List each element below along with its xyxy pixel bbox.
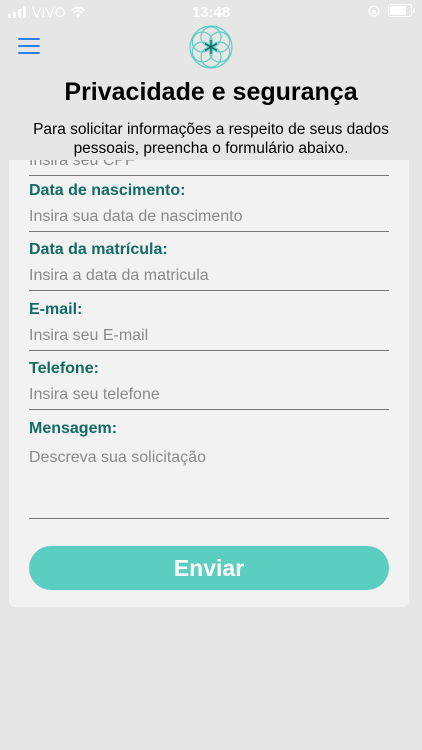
battery-fill [390, 6, 406, 15]
email-field: E-mail: Insira seu E-mail [29, 301, 389, 351]
enrollment-date-input[interactable]: Insira a data da matricula [29, 267, 389, 291]
intro-text: Para solicitar informações a respeito de… [33, 121, 389, 157]
phone-label: Telefone: [29, 360, 99, 377]
status-bar: VIVO 13:48 [0, 0, 422, 24]
form-card: Insira seu CPF Data de nascimento: Insir… [9, 160, 409, 607]
birth-date-input[interactable]: Insira sua data de nascimento [29, 208, 389, 232]
flower-of-life-logo [189, 25, 233, 69]
enrollment-date-label: Data da matrícula: [29, 241, 168, 258]
email-input[interactable]: Insira seu E-mail [29, 327, 389, 351]
orientation-lock-icon [368, 5, 380, 16]
birth-date-label: Data de nascimento: [29, 182, 186, 199]
battery-icon [388, 4, 415, 17]
submit-button[interactable]: Enviar [29, 546, 389, 590]
enrollment-date-field: Data da matrícula: Insira a data da matr… [29, 241, 389, 291]
phone-input[interactable]: Insira seu telefone [29, 386, 389, 410]
birth-date-field: Data de nascimento: Insira sua data de n… [29, 182, 389, 232]
cpf-field[interactable]: Insira seu CPF [29, 160, 389, 176]
email-label: E-mail: [29, 301, 83, 318]
page-title: Privacidade e segurança [64, 78, 358, 106]
phone-field: Telefone: Insira seu telefone [29, 360, 389, 410]
status-time: 13:48 [191, 4, 231, 21]
status-right [368, 4, 415, 17]
cpf-input[interactable]: Insira seu CPF [29, 160, 389, 176]
message-label: Mensagem: [29, 420, 118, 437]
hamburger-menu-icon[interactable] [18, 38, 40, 56]
message-input[interactable]: Descreva sua solicitação [29, 449, 389, 519]
message-field: Mensagem: Descreva sua solicitação [29, 420, 389, 519]
